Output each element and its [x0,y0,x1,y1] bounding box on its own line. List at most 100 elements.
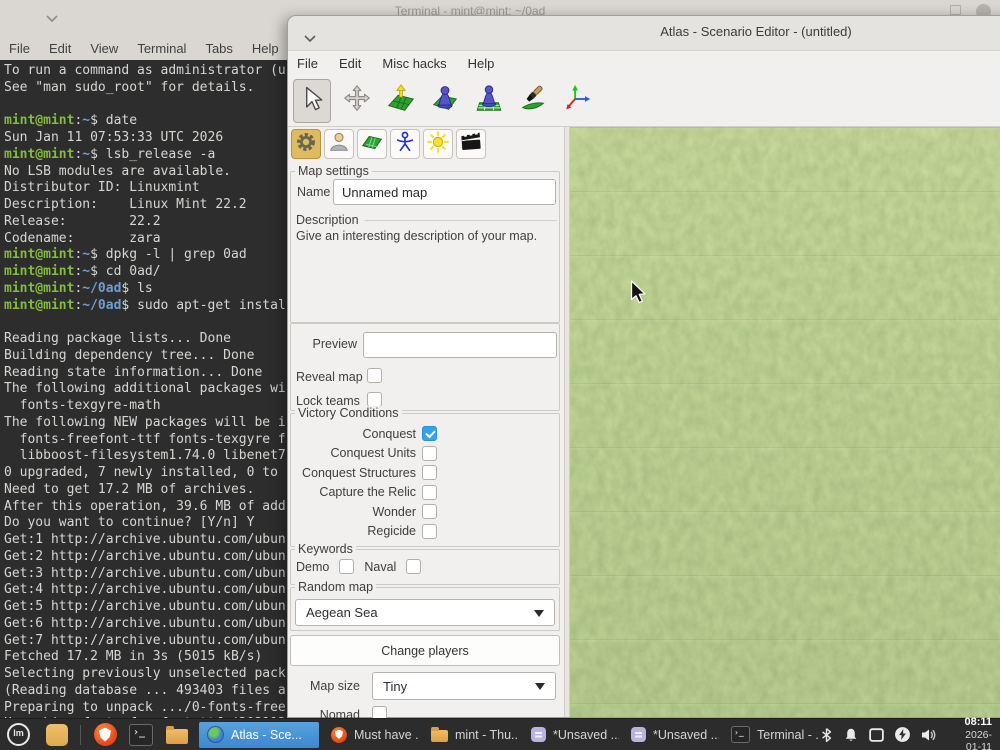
move-arrows-icon [341,83,373,120]
map-viewport[interactable] [570,127,1000,717]
description-label: Description [296,213,359,227]
victory-checkbox-conquest[interactable] [422,426,437,441]
brave-icon [94,723,117,746]
menu-item-misc-hacks[interactable]: Misc hacks [382,56,446,71]
victory-row-regicide: Regicide [291,524,437,539]
pinned-file-manager[interactable] [165,726,189,744]
place-unit-tool-button[interactable] [471,80,507,122]
victory-checkbox-wonder[interactable] [422,504,437,519]
victory-conditions-section: Victory Conditions ConquestConquest Unit… [290,413,560,547]
raise-elevation-tool-button[interactable] [383,80,419,122]
terrain-icon [360,130,384,159]
keyword-checkbox-naval[interactable] [406,559,421,574]
menu-item-edit[interactable]: Edit [49,41,71,56]
reveal-map-checkbox[interactable] [367,368,382,383]
task-label: *Unsaved ... [653,728,719,742]
atlas-globe-icon [207,726,224,743]
tab-cinematic[interactable] [456,129,486,159]
pawn-terrain-icon [429,83,461,120]
menu-item-terminal[interactable]: Terminal [137,41,186,56]
victory-label-conquest-structures: Conquest Structures [302,466,416,480]
terminal-icon [129,724,153,746]
victory-label-wonder: Wonder [372,505,416,519]
notifications-bell-icon[interactable] [843,727,859,743]
map-description-input[interactable]: Give an interesting description of your … [296,229,553,243]
volume-icon[interactable] [920,727,937,743]
random-map-title: Random map [295,580,376,594]
pawn-grid-icon [473,83,505,120]
keyword-checkbox-demo[interactable] [339,559,354,574]
victory-row-conquest: Conquest [291,426,437,441]
victory-row-conquest-structures: Conquest Structures [291,465,437,480]
sun-icon [426,130,450,159]
map-size-label: Map size [288,679,360,693]
tab-terrain[interactable] [357,129,387,159]
axes-tool-button[interactable] [559,80,595,122]
map-flags-section: Preview Reveal map Lock teams [290,323,560,411]
atlas-titlebar[interactable]: Atlas - Scenario Editor - (untitled) [288,16,1000,51]
menu-item-view[interactable]: View [90,41,118,56]
lock-teams-checkbox[interactable] [367,392,382,407]
taskbar-task-4-unsaved[interactable]: *Unsaved ... [623,722,719,748]
name-label: Name [297,185,330,199]
map-size-dropdown[interactable]: Tiny [372,672,556,700]
pinned-brave-browser[interactable] [93,723,117,746]
victory-checkbox-conquest-structures[interactable] [422,465,437,480]
person-icon [327,130,351,159]
victory-checkbox-conquest-units[interactable] [422,446,437,461]
power-manager-icon[interactable] [894,726,911,743]
preview-input[interactable] [363,332,557,358]
preview-label: Preview [291,337,357,351]
keywords-list: DemoNaval [296,559,421,574]
atlas-toolbar [288,76,1000,127]
victory-conditions-list: Conquest Conquest Units Conquest Structure… [291,426,437,539]
place-object-tool-button[interactable] [427,80,463,122]
random-map-section: Random map Aegean Sea [290,587,560,631]
reveal-map-label: Reveal map [296,370,363,384]
victory-label-conquest: Conquest [362,427,416,441]
map-settings-title: Map settings [295,164,372,178]
victory-checkbox-capture-the-relic[interactable] [422,485,437,500]
grass-shading [570,127,1000,717]
map-name-input[interactable]: Unnamed map [333,179,556,205]
menu-item-file[interactable]: File [297,56,318,71]
task-label: Terminal - ... [757,728,819,742]
tab-actor[interactable] [390,129,420,159]
maximize-icon[interactable] [950,5,961,15]
menu-item-tabs[interactable]: Tabs [205,41,232,56]
clock[interactable]: 08:11 2026-01-11 [950,716,992,750]
select-tool-button[interactable] [293,79,331,123]
victory-row-conquest-units: Conquest Units [291,446,437,461]
desktop: Terminal - mint@mint: ~/0ad FileEditView… [0,0,1000,750]
clock-time: 08:11 [950,716,992,729]
bluetooth-icon[interactable] [819,727,834,743]
workspaces-icon[interactable] [868,726,885,743]
tab-environment[interactable] [423,129,453,159]
pinned-terminal[interactable] [129,724,153,746]
victory-label-conquest-units: Conquest Units [331,446,416,460]
folder-icon [166,729,188,744]
move-camera-tool-button[interactable] [339,80,375,122]
victory-checkbox-regicide[interactable] [422,524,437,539]
taskbar-task-1-must-have[interactable]: Must have ... [323,722,419,748]
keywords-title: Keywords [295,542,356,556]
xyz-axes-icon [561,83,593,120]
random-map-dropdown[interactable]: Aegean Sea [295,599,555,626]
menu-item-file[interactable]: File [9,41,30,56]
menu-item-help[interactable]: Help [252,41,279,56]
paint-terrain-tool-button[interactable] [515,80,551,122]
tab-map-settings[interactable] [291,129,321,159]
gear-icon [294,130,318,159]
taskbar-task-2-mint-thu[interactable]: mint - Thu... [423,722,519,748]
pinned-app-icon[interactable] [46,724,68,746]
taskbar-task-0-atlas-sce[interactable]: Atlas - Sce... [199,722,319,748]
taskbar-task-3-unsaved[interactable]: *Unsaved ... [523,722,619,748]
text-editor-icon [631,727,646,742]
menu-item-help[interactable]: Help [468,56,495,71]
change-players-button[interactable]: Change players [290,635,560,666]
menu-item-edit[interactable]: Edit [339,56,361,71]
task-label: Must have ... [354,728,419,742]
taskbar-task-5-terminal[interactable]: Terminal - ... [723,722,819,748]
mint-menu-button[interactable] [7,723,30,746]
tab-player[interactable] [324,129,354,159]
